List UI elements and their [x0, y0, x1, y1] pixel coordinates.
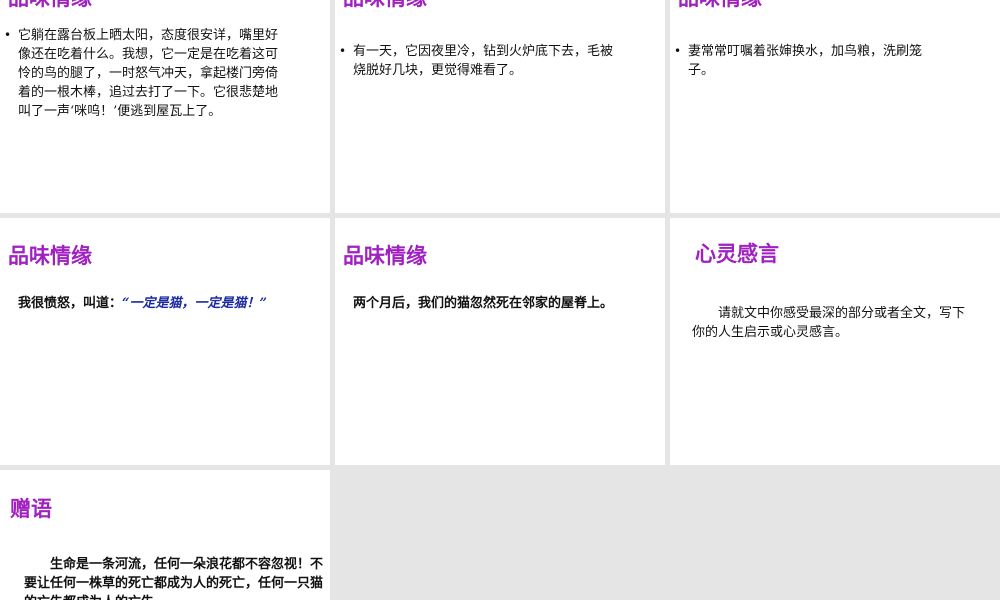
bullet-text: 有一天，它因夜里冷，钻到火炉底下去，毛被烧脱好几块，更觉得难看了。: [353, 44, 614, 78]
bullet-icon: •: [674, 44, 682, 58]
bullet-text: 妻常常叮嘱着张婶换水，加鸟粮，洗刷笼子。: [688, 44, 923, 78]
bullet-icon: •: [4, 28, 12, 42]
slide-body-text: 生命是一条河流，任何一朵浪花都不容忽视！不要让任何一株草的死亡都成为人的死亡，任…: [24, 555, 326, 600]
slide-thumbnail-1[interactable]: 品味情缘 • 它躺在露台板上晒太阳，态度很安详，嘴里好像还在吃着什么。我想，它一…: [0, 0, 330, 213]
slide-bullet-text: • 它躺在露台板上晒太阳，态度很安详，嘴里好像还在吃着什么。我想，它一定是在吃着…: [4, 26, 286, 121]
slide-bullet-text: • 妻常常叮嘱着张婶换水，加鸟粮，洗刷笼子。: [674, 42, 946, 80]
slide-thumbnail-2[interactable]: 品味情缘 • 有一天，它因夜里冷，钻到火炉底下去，毛被烧脱好几块，更觉得难看了。: [335, 0, 665, 213]
slide-thumbnail-3[interactable]: 品味情缘 • 妻常常叮嘱着张婶换水，加鸟粮，洗刷笼子。: [670, 0, 1000, 213]
slide-title: 心灵感言: [695, 242, 779, 266]
slide-title: 品味情缘: [343, 244, 427, 268]
slide-title: 品味情缘: [678, 0, 762, 9]
slide-bullet-text: • 有一天，它因夜里冷，钻到火炉底下去，毛被烧脱好几块，更觉得难看了。: [339, 42, 621, 80]
bullet-text: 它躺在露台板上晒太阳，态度很安详，嘴里好像还在吃着什么。我想，它一定是在吃着这可…: [18, 28, 279, 119]
slide-thumbnail-5[interactable]: 品味情缘 两个月后，我们的猫忽然死在邻家的屋脊上。: [335, 218, 665, 465]
slide-title: 赠语: [10, 497, 52, 521]
slide-thumbnail-4[interactable]: 品味情缘 我很愤怒，叫道：“一定是猫，一定是猫！”: [0, 218, 330, 465]
body-text: 生命是一条河流，任何一朵浪花都不容忽视！不要让任何一株草的死亡都成为人的死亡，任…: [24, 557, 324, 600]
bullet-icon: •: [339, 44, 347, 58]
slide-body-text: 我很愤怒，叫道：“一定是猫，一定是猫！”: [18, 294, 280, 313]
slide-title: 品味情缘: [343, 0, 427, 9]
slide-thumbnail-7[interactable]: 赠语 生命是一条河流，任何一朵浪花都不容忽视！不要让任何一株草的死亡都成为人的死…: [0, 470, 330, 600]
body-text: 请就文中你感受最深的部分或者全文，写下你的人生启示或心灵感言。: [692, 306, 966, 340]
body-text: 我很愤怒，叫道：: [18, 296, 123, 311]
slide-sorter-grid: 品味情缘 • 它躺在露台板上晒太阳，态度很安详，嘴里好像还在吃着什么。我想，它一…: [0, 0, 1000, 600]
slide-thumbnail-6[interactable]: 心灵感言 请就文中你感受最深的部分或者全文，写下你的人生启示或心灵感言。: [670, 218, 1000, 465]
slide-body-text: 两个月后，我们的猫忽然死在邻家的屋脊上。: [353, 296, 614, 311]
slide-title: 品味情缘: [8, 0, 92, 9]
slide-body-text: 请就文中你感受最深的部分或者全文，写下你的人生启示或心灵感言。: [692, 304, 972, 342]
slide-title: 品味情缘: [8, 244, 92, 268]
quote-text: “一定是猫，一定是猫！”: [122, 296, 267, 311]
